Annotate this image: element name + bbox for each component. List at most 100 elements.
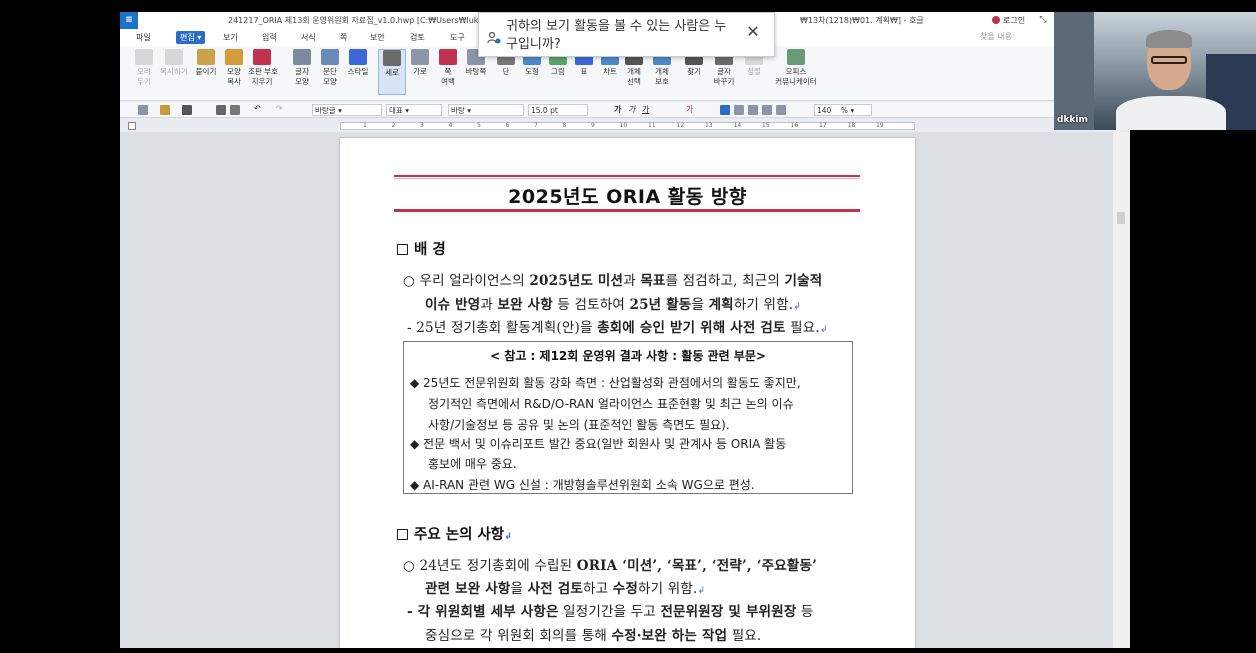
ribbon-paste-button[interactable]: 붙이기 — [192, 49, 220, 77]
menu-tools[interactable]: 도구 — [446, 31, 469, 44]
ribbon-clear-codes-button[interactable]: 조판 부호 지우기 — [248, 49, 278, 87]
ribbon-button-label: 세로 — [385, 68, 399, 77]
viewer-privacy-popup: 귀하의 보기 활동을 볼 수 있는 사람은 누구입니까? ✕ — [478, 12, 775, 57]
print-icon[interactable] — [216, 105, 226, 115]
menu-page[interactable]: 쪽 — [336, 31, 351, 44]
ruler-tick: 15 — [762, 122, 770, 129]
participant-name: dkkim — [1057, 115, 1088, 125]
ribbon-style-button[interactable]: 스타일 — [344, 49, 372, 77]
text-run-bold: 보완 사항 — [497, 297, 553, 313]
paragraph-mark-icon: ↲ — [697, 586, 706, 596]
reference-line-6: ◆ AI-RAN 관련 WG 신설 : 개방형솔루션위원회 소속 WG으로 편성… — [410, 478, 755, 492]
document-page[interactable]: 2025년도 ORIA 활동 방향 배 경 ○ 우리 얼라이언스의 2025년도… — [340, 138, 915, 648]
scrollbar-thumb[interactable] — [1117, 212, 1125, 224]
ruler-tick: 5 — [477, 122, 481, 129]
open-folder-icon[interactable] — [160, 105, 170, 115]
menu-review[interactable]: 검토 — [406, 31, 429, 44]
ribbon-button-label: 도형 — [525, 67, 539, 76]
language-select[interactable]: 대표 ▾ — [386, 104, 442, 116]
ribbon-portrait-button[interactable]: 세로 — [378, 49, 406, 95]
text-run: 을 — [691, 297, 709, 313]
menu-view[interactable]: 보기 — [219, 31, 242, 44]
align-left-icon[interactable] — [734, 105, 744, 115]
text-run: 필요. — [785, 320, 820, 336]
document-area[interactable]: 2025년도 ORIA 활동 방향 배 경 ○ 우리 얼라이언스의 2025년도… — [120, 132, 1120, 648]
ribbon-button-label: 개체 보호 — [655, 67, 669, 86]
redo-icon[interactable]: ↷ — [276, 104, 283, 113]
style-value: 바탕글 — [315, 106, 336, 115]
text-run: 과 — [480, 297, 498, 313]
ruler-tick: 1 — [363, 122, 367, 129]
ribbon-office-communicator-button[interactable]: 오피스 커뮤니케이터 — [768, 49, 824, 87]
ribbon-copy-button[interactable]: 복사하기 — [160, 49, 188, 77]
ribbon-format-copy-button[interactable]: 모양 복사 — [220, 49, 248, 87]
text-run-bold: 관련 보완 사항 — [425, 581, 511, 597]
ribbon-cut-button[interactable]: 오려 두기 — [130, 49, 158, 87]
menu-format[interactable]: 서식 — [297, 31, 320, 44]
new-doc-icon[interactable] — [138, 105, 148, 115]
title-rule-top-thin — [394, 178, 860, 179]
ribbon-button-label: 오피스 커뮤니케이터 — [775, 67, 817, 86]
ribbon-button-label: 모양 복사 — [227, 67, 241, 86]
text-run: ○ 우리 얼라이언스의 — [403, 273, 530, 289]
menu-security[interactable]: 보안 — [366, 31, 389, 44]
ribbon-button-label: 찾기 — [687, 67, 701, 76]
ribbon-button-label: 붙이기 — [195, 67, 217, 76]
menu-edit[interactable]: 편집 ▾ — [176, 31, 206, 44]
text-run-bold: 기술적 — [784, 273, 823, 289]
ruler-tick: 8 — [562, 122, 567, 129]
hwp-window: ≡ 241217_ORIA 제13회 운영위원회 자료집_v1.0.hwp [C… — [120, 12, 1130, 648]
background-line-3: - 25년 정기총회 활동계획(안)을 총회에 승인 받기 위해 사전 검토 필… — [407, 316, 828, 336]
align-right-icon[interactable] — [762, 105, 772, 115]
text-run-bold: 총회에 승인 받기 위해 사전 검토 — [597, 320, 786, 336]
section-heading-background: 배 경 — [397, 238, 446, 259]
login-icon — [992, 16, 1000, 24]
login-button[interactable]: 로그인 — [992, 12, 1025, 29]
style-select[interactable]: 바탕글 ▾ — [312, 104, 382, 116]
text-run: 필요. — [727, 628, 762, 644]
align-distribute-icon[interactable] — [776, 105, 786, 115]
restore-window-icon[interactable]: ⤡ — [1036, 12, 1050, 29]
ribbon-button-label: 스타일 — [347, 67, 369, 76]
ruler-toggle-icon[interactable] — [128, 122, 136, 130]
save-icon[interactable] — [182, 105, 192, 115]
ribbon-button-label: 쪽 여백 — [441, 67, 455, 86]
align-center-icon[interactable] — [748, 105, 758, 115]
issues-line-2: 관련 보완 사항을 사전 검토하고 수정하기 위함.↲ — [425, 577, 705, 597]
hwp-logo-icon[interactable]: ≡ — [120, 12, 138, 29]
zoom-field[interactable]: 140 % ▾ — [814, 104, 872, 116]
ribbon-char-shape-button[interactable]: 글자 모양 — [288, 49, 316, 87]
text-run-bold: 사전 검토 — [527, 581, 584, 597]
ruler-tick: 14 — [733, 122, 742, 129]
text-run-bold: 목표 — [640, 273, 666, 289]
font-select[interactable]: 바탕 ▾ — [448, 104, 524, 116]
ribbon-para-shape-button[interactable]: 문단 모양 — [316, 49, 344, 87]
font-color-icon[interactable]: 가 — [686, 104, 693, 115]
text-run: 일정기간을 두고 — [558, 604, 661, 620]
undo-icon[interactable]: ↶ — [254, 104, 261, 113]
ribbon-button-label: 가로 — [413, 67, 427, 76]
para-shape-icon — [321, 49, 339, 65]
underline-icon[interactable]: 가 — [642, 104, 649, 115]
font-size-field[interactable]: 15.0 pt — [528, 104, 588, 116]
find-content-label: 찾을 내용 — [980, 32, 1012, 41]
language-value: 대표 — [389, 106, 403, 115]
horizontal-ruler[interactable]: 1 2 3 4 5 6 7 8 9 10 11 12 13 14 15 16 17 18 19 — [340, 122, 915, 130]
menu-insert[interactable]: 입력 — [258, 31, 281, 44]
vertical-scrollbar[interactable] — [1113, 132, 1130, 648]
text-run-bold: 이슈 반영 — [425, 297, 481, 313]
text-run: - 25년 정기총회 활동계획(안)을 — [407, 320, 598, 336]
ribbon-button-label: 글자 바꾸기 — [713, 67, 735, 86]
close-icon[interactable]: ✕ — [745, 24, 761, 40]
ribbon-landscape-button[interactable]: 가로 — [406, 49, 434, 77]
ribbon-margins-button[interactable]: 쪽 여백 — [434, 49, 462, 87]
text-run-bold: ORIA ‘미션’, ‘목표’, ‘전략’, ‘주요활동’ — [576, 558, 818, 574]
menu-file[interactable]: 파일 — [132, 31, 155, 44]
paragraph-mark-icon: ↲ — [504, 532, 512, 542]
italic-icon[interactable]: 가 — [628, 104, 635, 115]
ribbon-button-label: 정렬 — [747, 67, 761, 76]
bold-icon[interactable]: 가 — [614, 104, 621, 115]
preview-icon[interactable] — [230, 105, 240, 115]
align-justify-icon[interactable] — [720, 105, 730, 115]
screen: ≡ 241217_ORIA 제13회 운영위원회 자료집_v1.0.hwp [C… — [0, 0, 1256, 653]
